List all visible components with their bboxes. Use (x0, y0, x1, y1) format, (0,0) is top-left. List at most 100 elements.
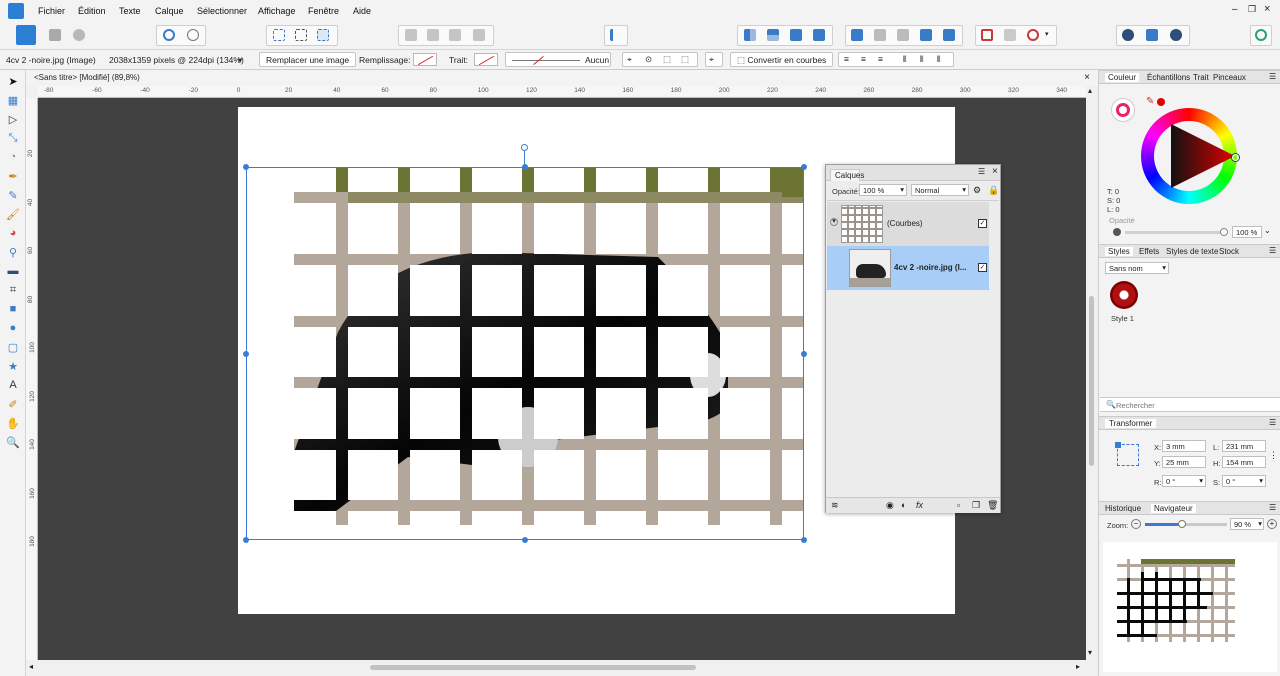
scroll-left-icon[interactable]: ◂ (29, 662, 33, 671)
crop-tool-icon[interactable]: ⌗ (5, 282, 21, 298)
shear-field[interactable]: 0 ° ▾ (1222, 475, 1266, 487)
align-icon[interactable] (607, 26, 625, 44)
subtract-icon[interactable] (871, 26, 889, 44)
panel-close-icon[interactable]: × (992, 166, 998, 177)
vertical-scroll-thumb[interactable] (1089, 296, 1094, 466)
color-opacity-dropdown-icon[interactable]: ⌄ (1264, 226, 1271, 235)
deselect-icon[interactable] (292, 26, 310, 44)
horizontal-scrollbar[interactable]: ◂ ▸ (26, 660, 1098, 676)
color-wheel[interactable] (1141, 108, 1239, 204)
invert-selection-icon[interactable] (314, 26, 332, 44)
crosshair-icon[interactable]: ⌖ (627, 54, 632, 65)
panel-menu-icon[interactable]: ☰ (978, 167, 985, 176)
back-icon[interactable] (402, 26, 420, 44)
color-panel-menu-icon[interactable]: ☰ (1269, 72, 1276, 81)
tab-effets[interactable]: Effets (1139, 247, 1159, 256)
insert-dropdown-icon[interactable]: ▾ (1044, 26, 1054, 44)
layer-visibility-checkbox-curves[interactable]: ✓ (978, 219, 987, 228)
primary-color-dot[interactable] (1157, 98, 1165, 106)
fx-icon[interactable]: fx (916, 500, 923, 510)
replace-image-button[interactable]: Remplacer une image (259, 52, 357, 67)
ellipse-tool-icon[interactable]: ● (5, 320, 21, 336)
mask-icon[interactable]: ◉ (886, 500, 894, 511)
tab-historique[interactable]: Historique (1105, 504, 1141, 513)
style-category-dropdown[interactable]: Sans nom ▾ (1105, 262, 1169, 274)
rotation-dropdown-icon[interactable]: ▾ (1199, 476, 1203, 485)
anchor-point-selector[interactable] (1115, 442, 1139, 466)
align-top-icon[interactable]: ⫴ (903, 54, 907, 65)
rectangle-tool-icon[interactable]: ■ (5, 301, 21, 317)
hue-handle[interactable] (1232, 154, 1239, 161)
menu-selectionner[interactable]: Sélectionner (197, 6, 247, 16)
navigator-preview[interactable] (1103, 542, 1277, 672)
restore-icon[interactable]: ❐ (1248, 4, 1256, 15)
zoom-slider-handle[interactable] (1177, 520, 1186, 528)
insert-inside-icon[interactable] (1001, 26, 1019, 44)
vertical-scrollbar[interactable]: ▴ ▾ (1086, 86, 1098, 660)
stroke-style-dropdown[interactable]: Aucun (505, 52, 611, 67)
zoom-out-icon[interactable]: − (1131, 519, 1141, 529)
convert-to-curves-button[interactable]: ⬚ Convertir en courbes (730, 52, 834, 67)
forward-icon[interactable] (446, 26, 464, 44)
search-input[interactable] (1116, 400, 1266, 410)
tab-trait[interactable]: Trait (1193, 73, 1209, 82)
align-center-icon[interactable]: ≡ (861, 54, 866, 64)
expand-layer-icon[interactable]: ▾ (830, 218, 838, 226)
rotate-right-icon[interactable] (810, 26, 828, 44)
adjustment-icon[interactable]: ◐ (901, 500, 906, 510)
assistant-icon[interactable] (1119, 26, 1137, 44)
stroke-swatch[interactable] (474, 53, 498, 66)
tab-styles[interactable]: Styles (1105, 247, 1133, 256)
snapping-icon[interactable] (160, 26, 178, 44)
zoom-tool-icon[interactable]: 🔍 (5, 434, 21, 450)
handle-left[interactable] (243, 351, 249, 357)
handle-right[interactable] (801, 351, 807, 357)
text-tool-icon[interactable]: A (5, 377, 21, 393)
styles-panel-menu-icon[interactable]: ☰ (1269, 246, 1276, 255)
color-triangle[interactable] (1161, 122, 1233, 190)
preferences-icon[interactable] (1167, 26, 1185, 44)
tab-transformer[interactable]: Transformer (1105, 419, 1157, 428)
affinity-logo-icon[interactable] (8, 3, 24, 19)
layer-settings-icon[interactable]: ⚙ (973, 185, 981, 196)
navigator-panel-menu-icon[interactable]: ☰ (1269, 503, 1276, 512)
star-tool-icon[interactable]: ★ (5, 358, 21, 374)
layer-row-image[interactable]: 4cv 2 -noire.jpg (I... ✓ (827, 246, 989, 290)
document-tab[interactable]: <Sans titre> [Modifié] (89,8%) × (26, 70, 1098, 86)
center-icon[interactable]: ⊙ (645, 54, 652, 65)
designer-persona-icon[interactable] (16, 25, 36, 45)
opacity-slider-handle[interactable] (1220, 228, 1228, 236)
scroll-up-icon[interactable]: ▴ (1088, 86, 1092, 95)
transparency-tool-icon[interactable]: ⚲ (5, 244, 21, 260)
opacity-field[interactable]: 100 % ▾ (859, 184, 907, 196)
link-proportions-icon[interactable]: ⋮ (1269, 450, 1278, 461)
opacity-dropdown-icon[interactable]: ▾ (900, 185, 904, 194)
layer-visibility-checkbox-image[interactable]: ✓ (978, 263, 987, 272)
scroll-right-icon[interactable]: ▸ (1076, 662, 1080, 671)
handle-top[interactable] (522, 164, 528, 170)
horizontal-scroll-thumb[interactable] (370, 665, 696, 670)
w-field[interactable]: 231 mm (1222, 440, 1266, 452)
xor-icon[interactable] (917, 26, 935, 44)
y-field[interactable]: 25 mm (1162, 456, 1206, 468)
menu-edition[interactable]: Édition (78, 6, 106, 16)
align-middle-icon[interactable]: ⫴ (920, 54, 924, 65)
node-tool-icon[interactable]: ▷ (5, 111, 21, 127)
menu-fichier[interactable]: Fichier (38, 6, 65, 16)
snapping-manager-icon[interactable] (1143, 26, 1161, 44)
new-layer-icon[interactable]: ▫ (957, 500, 960, 510)
h-field[interactable]: 154 mm (1222, 456, 1266, 468)
zoom-in-icon[interactable]: + (1267, 519, 1277, 529)
account-icon[interactable] (1252, 26, 1270, 44)
layer-row-curves[interactable]: ▾ (Courbes) ✓ (827, 202, 989, 246)
style-1-thumbnail[interactable] (1110, 281, 1138, 309)
eyedropper-icon[interactable]: ✎ (1146, 96, 1154, 107)
move-tool-icon[interactable]: ➤ (5, 73, 21, 89)
selection-bounding-box[interactable] (246, 167, 804, 540)
select-all-icon[interactable] (270, 26, 288, 44)
transform-panel-menu-icon[interactable]: ☰ (1269, 418, 1276, 427)
color-opacity-field[interactable]: 100 % (1232, 226, 1262, 238)
window-close-icon[interactable]: × (1264, 3, 1270, 15)
grid-icon[interactable]: ⬚ (681, 54, 689, 65)
fill-tool-icon[interactable]: ◕ (5, 225, 21, 241)
